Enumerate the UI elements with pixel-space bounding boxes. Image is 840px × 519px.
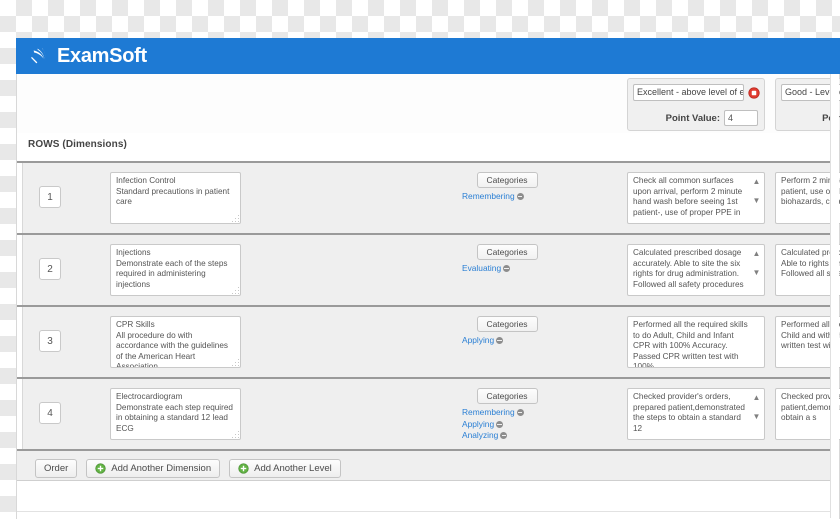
plus-circle-icon (238, 462, 249, 474)
dimension-textarea[interactable]: Infection Control Standard precautions i… (110, 172, 241, 224)
row-drag-handle[interactable] (17, 163, 23, 233)
remove-category-icon[interactable] (500, 432, 508, 440)
criteria-textarea[interactable]: Check all common surfaces upon arrival, … (627, 172, 765, 224)
level-2-name-input[interactable]: Good - Level of ex (781, 84, 840, 101)
remove-category-icon[interactable] (503, 265, 511, 273)
criteria-textarea[interactable]: Calculated prescribed dosage accurately.… (627, 244, 765, 296)
rows-dimensions-header: ROWS (Dimensions) (17, 133, 839, 163)
categories-button[interactable]: Categories (476, 316, 538, 332)
row-drag-handle[interactable] (17, 235, 23, 305)
categories-list: Remembering (447, 191, 567, 203)
remove-category-icon[interactable] (496, 420, 504, 428)
categories-list: Remembering Applying Analyzing (447, 407, 567, 442)
list-item[interactable]: Remembering (462, 407, 567, 419)
add-another-level-label: Add Another Level (254, 462, 332, 474)
category-label: Analyzing (462, 430, 499, 440)
levels-header-row: Excellent - above level of expe Point Va… (17, 74, 840, 133)
dimension-textarea[interactable]: CPR Skills All procedure do with accorda… (110, 316, 241, 368)
level-2-point-value-row: Point Valu (776, 101, 840, 126)
level-1-name-row: Excellent - above level of expe (628, 79, 764, 101)
row-number: 4 (39, 402, 61, 424)
table-row: 4 Electrocardiogram Demonstrate each ste… (17, 379, 840, 451)
criteria-textarea[interactable]: Calculated prescri accurately. Able to r… (775, 244, 840, 296)
row-number: 3 (39, 330, 61, 352)
categories-cell: Categories Evaluating (447, 244, 567, 275)
resize-grip-icon[interactable] (232, 215, 240, 223)
list-item[interactable]: Remembering (462, 191, 567, 203)
row-drag-handle[interactable] (17, 307, 23, 377)
scroll-down-icon[interactable]: ▼ (751, 267, 762, 278)
categories-cell: Categories Applying (447, 316, 567, 347)
resize-grip-icon[interactable] (232, 359, 240, 367)
row-number: 1 (39, 186, 61, 208)
level-column-2: Good - Level of ex Point Valu (775, 78, 840, 131)
list-item[interactable]: Applying (462, 419, 567, 431)
criteria-textarea[interactable]: Checked provider's orders, prepared pati… (627, 388, 765, 440)
categories-button[interactable]: Categories (476, 388, 538, 404)
examsoft-rubric-dialog: ExamSoft Excellent - above level of expe… (16, 38, 840, 519)
dialog-footer: Cancel Print Save As Template (17, 511, 839, 519)
remove-category-icon[interactable] (496, 337, 504, 345)
row-number: 2 (39, 258, 61, 280)
level-1-point-value-input[interactable]: 4 (724, 110, 758, 126)
scroll-down-icon[interactable]: ▼ (751, 195, 762, 206)
list-item[interactable]: Analyzing (462, 430, 567, 442)
level-1-point-value-label: Point Value: (665, 112, 720, 124)
table-row: 1 Infection Control Standard precautions… (17, 163, 840, 235)
order-button[interactable]: Order (35, 458, 78, 478)
add-another-level-button[interactable]: Add Another Level (229, 458, 341, 478)
categories-cell: Categories Remembering Applying Analyzin… (447, 388, 567, 442)
scroll-up-icon[interactable]: ▲ (751, 176, 762, 187)
scroll-up-icon[interactable]: ▲ (751, 248, 762, 259)
criteria-textarea[interactable]: Performed all the required skills to do … (627, 316, 765, 368)
category-label: Remembering (462, 191, 515, 201)
categories-list: Evaluating (447, 263, 567, 275)
add-another-dimension-label: Add Another Dimension (111, 462, 212, 474)
level-1-point-value-row: Point Value: 4 (628, 101, 764, 126)
toolbar-footer-gap (17, 481, 839, 511)
category-label: Applying (462, 335, 495, 345)
remove-category-icon[interactable] (516, 409, 524, 417)
resize-grip-icon[interactable] (232, 431, 240, 439)
row-actions-toolbar: Order Add Another Dimension Add Another … (17, 451, 839, 481)
remove-category-icon[interactable] (516, 193, 524, 201)
level-column-1: Excellent - above level of expe Point Va… (627, 78, 765, 131)
examsoft-leaf-icon (31, 47, 46, 64)
criteria-textarea[interactable]: Checked provider' prepared patient,demon… (775, 388, 840, 440)
plus-circle-icon (95, 462, 106, 474)
delete-circle-icon[interactable] (748, 86, 760, 99)
categories-button[interactable]: Categories (476, 244, 538, 260)
table-row: 3 CPR Skills All procedure do with accor… (17, 307, 840, 379)
app-title: ExamSoft (57, 45, 147, 67)
category-label: Applying (462, 418, 495, 429)
rubric-sheet: Excellent - above level of expe Point Va… (16, 74, 840, 519)
level-2-name-row: Good - Level of ex (776, 79, 840, 101)
criteria-textarea[interactable]: Performed all the r do Adult, Child and … (775, 316, 840, 368)
scroll-up-icon[interactable]: ▲ (751, 392, 762, 403)
add-another-dimension-button[interactable]: Add Another Dimension (86, 458, 221, 478)
categories-button[interactable]: Categories (476, 172, 538, 188)
rows-dimensions-label: ROWS (Dimensions) (28, 139, 127, 150)
level-1-name-input[interactable]: Excellent - above level of expe (633, 84, 744, 101)
level-2-point-value-label: Point Valu (822, 112, 840, 124)
category-label: Evaluating (462, 263, 502, 273)
dimension-textarea[interactable]: Electrocardiogram Demonstrate each step … (110, 388, 241, 440)
list-item[interactable]: Applying (462, 335, 567, 347)
resize-grip-icon[interactable] (232, 287, 240, 295)
row-drag-handle[interactable] (17, 379, 23, 449)
categories-cell: Categories Remembering (447, 172, 567, 203)
dimension-textarea[interactable]: Injections Demonstrate each of the steps… (110, 244, 241, 296)
scroll-down-icon[interactable]: ▼ (751, 411, 762, 422)
category-label: Remembering (462, 407, 515, 417)
categories-list: Applying (447, 335, 567, 347)
list-item[interactable]: Evaluating (462, 263, 567, 275)
criteria-textarea[interactable]: Perform 2 minute h before 1st patient, u… (775, 172, 840, 224)
table-row: 2 Injections Demonstrate each of the ste… (17, 235, 840, 307)
app-header: ExamSoft (16, 38, 840, 74)
